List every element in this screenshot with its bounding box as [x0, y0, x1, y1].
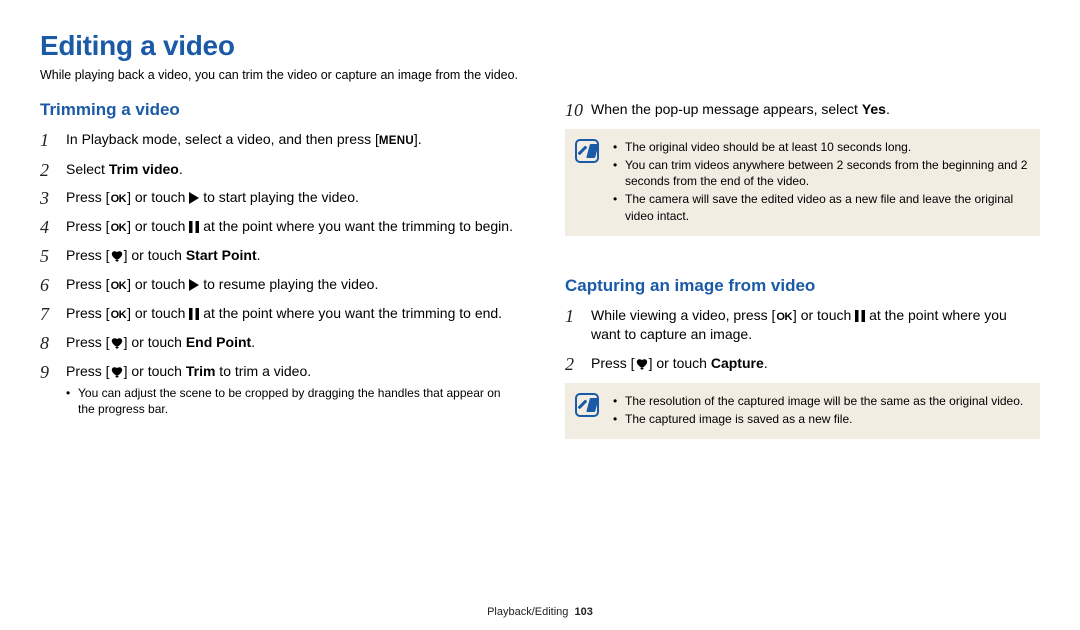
- text: ] or touch: [127, 218, 189, 234]
- text: to start playing the video.: [199, 189, 359, 205]
- right-column: When the pop-up message appears, select …: [565, 100, 1040, 439]
- text: ].: [414, 131, 422, 147]
- bold: Yes: [862, 101, 886, 117]
- text: In Playback mode, select a video, and th…: [66, 131, 379, 147]
- step-1: In Playback mode, select a video, and th…: [40, 130, 515, 150]
- footer-page-number: 103: [575, 606, 593, 618]
- text: ] or touch: [124, 247, 186, 263]
- text: Press [: [66, 189, 110, 205]
- text: ] or touch: [124, 363, 186, 379]
- ok-icon: OK: [110, 280, 128, 292]
- note-item: The resolution of the captured image wil…: [613, 393, 1028, 409]
- play-icon: [189, 279, 199, 291]
- note-icon: [575, 393, 599, 417]
- two-column-layout: Trimming a video In Playback mode, selec…: [40, 100, 1040, 439]
- text: at the point where you want the trimming…: [199, 218, 513, 234]
- trimming-steps-cont: When the pop-up message appears, select …: [565, 100, 1040, 119]
- macro-icon: [110, 366, 124, 378]
- pause-icon: [189, 221, 199, 233]
- bold: Capture: [711, 355, 764, 371]
- note-item: The captured image is saved as a new fil…: [613, 411, 1028, 427]
- text: Select: [66, 161, 109, 177]
- step-2: Select Trim video.: [40, 160, 515, 179]
- text: ] or touch: [649, 355, 711, 371]
- note-list: The original video should be at least 10…: [613, 139, 1028, 224]
- text: to trim a video.: [215, 363, 311, 379]
- pause-icon: [855, 310, 865, 322]
- trimming-steps: In Playback mode, select a video, and th…: [40, 130, 515, 417]
- text: ] or touch: [127, 276, 189, 292]
- text: ] or touch: [124, 334, 186, 350]
- ok-icon: OK: [775, 311, 793, 323]
- text: .: [886, 101, 890, 117]
- text: .: [764, 355, 768, 371]
- capture-step-2: Press [ ] or touch Capture.: [565, 354, 1040, 373]
- text: .: [257, 247, 261, 263]
- page-footer: Playback/Editing 103: [0, 606, 1080, 618]
- text: .: [179, 161, 183, 177]
- text: Press [: [66, 363, 110, 379]
- text: .: [251, 334, 255, 350]
- text: Press [: [591, 355, 635, 371]
- capture-steps: While viewing a video, press [OK] or tou…: [565, 306, 1040, 373]
- step-6: Press [OK] or touch to resume playing th…: [40, 275, 515, 294]
- step-9-sublist: You can adjust the scene to be cropped b…: [66, 385, 515, 417]
- bold: Trim: [186, 363, 216, 379]
- section-capture-heading: Capturing an image from video: [565, 276, 1040, 296]
- note-item: You can trim videos anywhere between 2 s…: [613, 157, 1028, 189]
- step-9: Press [] or touch Trim to trim a video. …: [40, 362, 515, 417]
- text: ] or touch: [793, 307, 855, 323]
- bold: Trim video: [109, 161, 179, 177]
- step-8: Press [ ] or touch End Point.: [40, 333, 515, 352]
- step-7: Press [OK] or touch at the point where y…: [40, 304, 515, 323]
- note-item: The camera will save the edited video as…: [613, 191, 1028, 223]
- macro-icon: [110, 337, 124, 349]
- text: ] or touch: [127, 189, 189, 205]
- step-5: Press [ ] or touch Start Point.: [40, 246, 515, 265]
- ok-icon: OK: [110, 222, 128, 234]
- ok-icon: OK: [110, 193, 128, 205]
- bold: End Point: [186, 334, 251, 350]
- note-box-capture: The resolution of the captured image wil…: [565, 383, 1040, 439]
- play-icon: [189, 192, 199, 204]
- text: Press [: [66, 276, 110, 292]
- text: to resume playing the video.: [199, 276, 378, 292]
- macro-icon: [635, 358, 649, 370]
- text: Press [: [66, 334, 110, 350]
- note-icon: [575, 139, 599, 163]
- text: ] or touch: [127, 305, 189, 321]
- pause-icon: [189, 308, 199, 320]
- note-item: The original video should be at least 10…: [613, 139, 1028, 155]
- page-subtitle: While playing back a video, you can trim…: [40, 68, 1040, 82]
- footer-section: Playback/Editing: [487, 606, 568, 618]
- step-3: Press [OK] or touch to start playing the…: [40, 188, 515, 207]
- macro-icon: [110, 250, 124, 262]
- note-box-trimming: The original video should be at least 10…: [565, 129, 1040, 236]
- capture-step-1: While viewing a video, press [OK] or tou…: [565, 306, 1040, 344]
- text: When the pop-up message appears, select: [591, 101, 862, 117]
- section-trimming-heading: Trimming a video: [40, 100, 515, 120]
- text: Press [: [66, 305, 110, 321]
- left-column: Trimming a video In Playback mode, selec…: [40, 100, 515, 439]
- text: at the point where you want the trimming…: [199, 305, 502, 321]
- text: Press [: [66, 247, 110, 263]
- note-list: The resolution of the captured image wil…: [613, 393, 1028, 427]
- step-4: Press [OK] or touch at the point where y…: [40, 217, 515, 236]
- text: While viewing a video, press [: [591, 307, 775, 323]
- menu-icon: MENU: [379, 135, 414, 147]
- text: Press [: [66, 218, 110, 234]
- step-10: When the pop-up message appears, select …: [565, 100, 1040, 119]
- bold: Start Point: [186, 247, 257, 263]
- subnote: You can adjust the scene to be cropped b…: [66, 385, 515, 417]
- ok-icon: OK: [110, 309, 128, 321]
- page-title: Editing a video: [40, 30, 1040, 62]
